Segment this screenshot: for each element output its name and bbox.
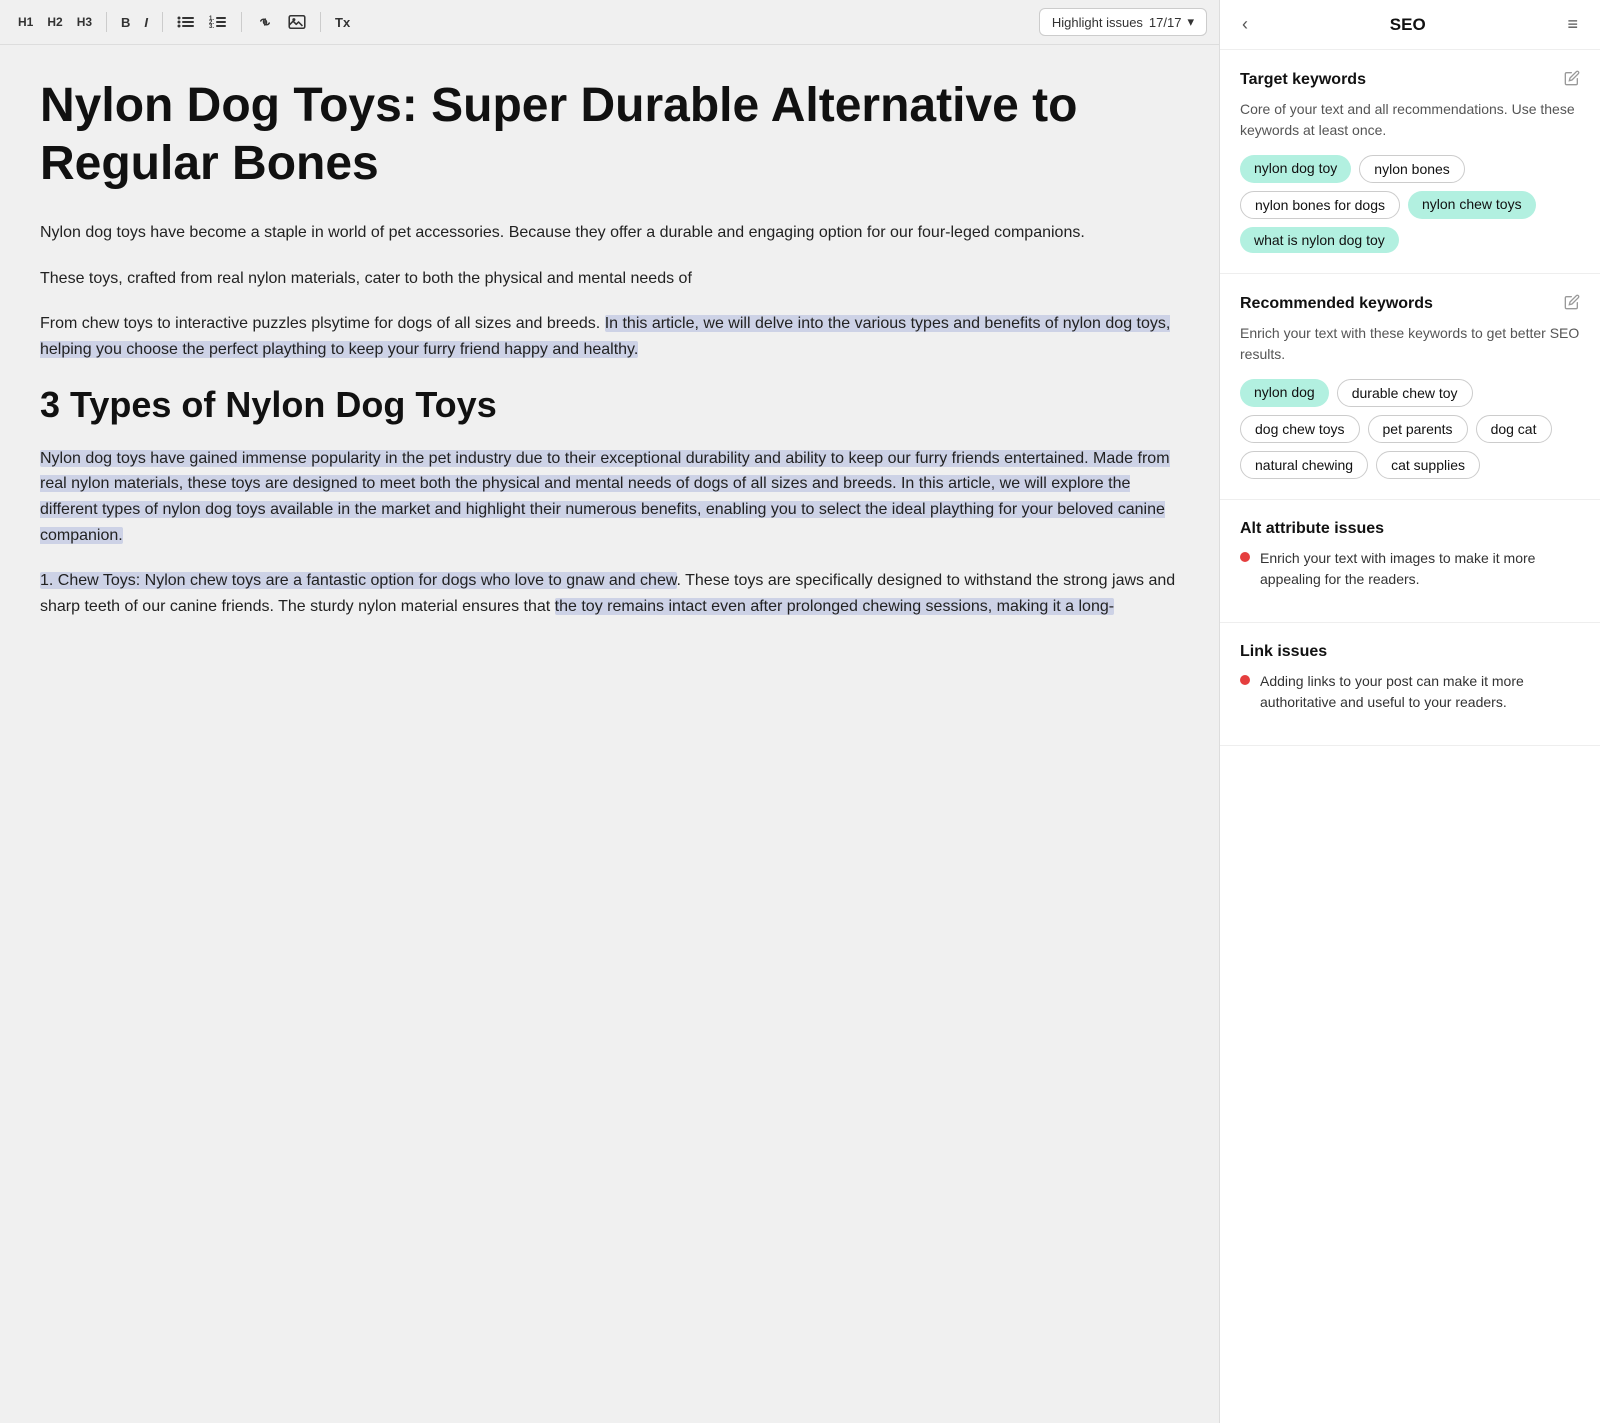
issue-dot bbox=[1240, 675, 1250, 685]
insert-group bbox=[250, 11, 312, 33]
seo-back-button[interactable]: ‹ bbox=[1236, 12, 1254, 37]
seo-panel-title: SEO bbox=[1390, 15, 1426, 35]
bold-button[interactable]: B bbox=[115, 11, 136, 34]
link-issue-list: Adding links to your post can make it mo… bbox=[1240, 671, 1580, 713]
seo-panel-header: ‹ SEO ≡ bbox=[1220, 0, 1600, 50]
paragraph-5-end: the toy remains intact even after prolon… bbox=[555, 598, 1114, 615]
keyword-tag[interactable]: nylon dog toy bbox=[1240, 155, 1351, 183]
keyword-tag[interactable]: nylon bones for dogs bbox=[1240, 191, 1400, 219]
toolbar-separator-3 bbox=[241, 12, 242, 32]
issue-dot bbox=[1240, 552, 1250, 562]
toolbar: H1 H2 H3 B I 1. bbox=[0, 0, 1219, 45]
issue-item: Adding links to your post can make it mo… bbox=[1240, 671, 1580, 713]
keyword-tag[interactable]: durable chew toy bbox=[1337, 379, 1473, 407]
paragraph-2: These toys, crafted from real nylon mate… bbox=[40, 266, 1179, 292]
toolbar-separator-1 bbox=[106, 12, 107, 32]
h3-button[interactable]: H3 bbox=[71, 11, 98, 33]
keyword-tag[interactable]: cat supplies bbox=[1376, 451, 1480, 479]
paragraph-5: 1. Chew Toys: Nylon chew toys are a fant… bbox=[40, 568, 1179, 619]
seo-menu-button[interactable]: ≡ bbox=[1561, 12, 1584, 37]
editor-content[interactable]: Nylon Dog Toys: Super Durable Alternativ… bbox=[0, 45, 1219, 1423]
target-keyword-tags: nylon dog toy nylon bones nylon bones for … bbox=[1240, 155, 1580, 253]
target-keywords-header: Target keywords bbox=[1240, 70, 1580, 89]
toolbar-separator-4 bbox=[320, 12, 321, 32]
heading-group: H1 H2 H3 bbox=[12, 11, 98, 33]
link-icon bbox=[256, 15, 274, 29]
edit-icon-2 bbox=[1564, 294, 1580, 310]
keyword-tag[interactable]: pet parents bbox=[1368, 415, 1468, 443]
h1-button[interactable]: H1 bbox=[12, 11, 39, 33]
image-icon bbox=[288, 15, 306, 29]
link-issues-header: Link issues bbox=[1240, 643, 1580, 661]
keyword-tag[interactable]: nylon chew toys bbox=[1408, 191, 1536, 219]
ordered-list-button[interactable]: 1. 2. 3. bbox=[203, 11, 233, 33]
keyword-tag[interactable]: nylon bones bbox=[1359, 155, 1465, 183]
h2-button[interactable]: H2 bbox=[41, 11, 68, 33]
image-button[interactable] bbox=[282, 11, 312, 33]
keyword-tag[interactable]: nylon dog bbox=[1240, 379, 1329, 407]
keyword-tag[interactable]: dog chew toys bbox=[1240, 415, 1360, 443]
alt-attribute-issues-section: Alt attribute issues Enrich your text wi… bbox=[1220, 500, 1600, 623]
seo-panel: ‹ SEO ≡ Target keywords Core of your tex… bbox=[1220, 0, 1600, 1423]
link-issues-title: Link issues bbox=[1240, 643, 1327, 661]
target-keywords-section: Target keywords Core of your text and al… bbox=[1220, 50, 1600, 274]
toolbar-separator-2 bbox=[162, 12, 163, 32]
issue-text: Adding links to your post can make it mo… bbox=[1260, 671, 1580, 713]
link-issues-section: Link issues Adding links to your post ca… bbox=[1220, 623, 1600, 746]
section-heading: 3 Types of Nylon Dog Toys bbox=[40, 383, 1179, 426]
highlight-issues-button[interactable]: Highlight issues 17/17 ▾ bbox=[1039, 8, 1207, 36]
ol-icon: 1. 2. 3. bbox=[209, 15, 227, 29]
alt-attribute-issue-list: Enrich your text with images to make it … bbox=[1240, 548, 1580, 590]
paragraph-3-plain: From chew toys to interactive puzzles pl… bbox=[40, 315, 605, 332]
article-title: Nylon Dog Toys: Super Durable Alternativ… bbox=[40, 77, 1179, 192]
issue-item: Enrich your text with images to make it … bbox=[1240, 548, 1580, 590]
editor-panel: H1 H2 H3 B I 1. bbox=[0, 0, 1220, 1423]
highlight-chevron: ▾ bbox=[1187, 14, 1194, 30]
clear-format-button[interactable]: Tx bbox=[329, 11, 356, 34]
keyword-tag[interactable]: dog cat bbox=[1476, 415, 1552, 443]
paragraph-5-start: 1. Chew Toys: Nylon chew toys are a fant… bbox=[40, 572, 677, 589]
recommended-keyword-tags: nylon dog durable chew toy dog chew toys pe… bbox=[1240, 379, 1580, 479]
keyword-tag[interactable]: what is nylon dog toy bbox=[1240, 227, 1399, 253]
svg-text:3.: 3. bbox=[209, 24, 214, 29]
unordered-list-button[interactable] bbox=[171, 11, 201, 33]
recommended-keywords-desc: Enrich your text with these keywords to … bbox=[1240, 323, 1580, 365]
recommended-keywords-edit-button[interactable] bbox=[1564, 294, 1580, 313]
edit-icon bbox=[1564, 70, 1580, 86]
recommended-keywords-section: Recommended keywords Enrich your text wi… bbox=[1220, 274, 1600, 500]
alt-attribute-title: Alt attribute issues bbox=[1240, 520, 1384, 538]
issue-text: Enrich your text with images to make it … bbox=[1260, 548, 1580, 590]
recommended-keywords-title: Recommended keywords bbox=[1240, 295, 1433, 313]
paragraph-3: From chew toys to interactive puzzles pl… bbox=[40, 311, 1179, 362]
keyword-tag[interactable]: natural chewing bbox=[1240, 451, 1368, 479]
list-group: 1. 2. 3. bbox=[171, 11, 233, 33]
format-group: B I bbox=[115, 11, 154, 34]
highlight-label: Highlight issues bbox=[1052, 15, 1143, 30]
italic-button[interactable]: I bbox=[138, 11, 154, 34]
target-keywords-edit-button[interactable] bbox=[1564, 70, 1580, 89]
paragraph-1: Nylon dog toys have become a staple in w… bbox=[40, 220, 1179, 246]
ul-icon bbox=[177, 15, 195, 29]
target-keywords-title: Target keywords bbox=[1240, 71, 1366, 89]
alt-attribute-header: Alt attribute issues bbox=[1240, 520, 1580, 538]
paragraph-4: Nylon dog toys have gained immense popul… bbox=[40, 446, 1179, 548]
link-button[interactable] bbox=[250, 11, 280, 33]
paragraph-4-highlight: Nylon dog toys have gained immense popul… bbox=[40, 450, 1170, 544]
target-keywords-desc: Core of your text and all recommendation… bbox=[1240, 99, 1580, 141]
highlight-count: 17/17 bbox=[1149, 15, 1182, 30]
recommended-keywords-header: Recommended keywords bbox=[1240, 294, 1580, 313]
